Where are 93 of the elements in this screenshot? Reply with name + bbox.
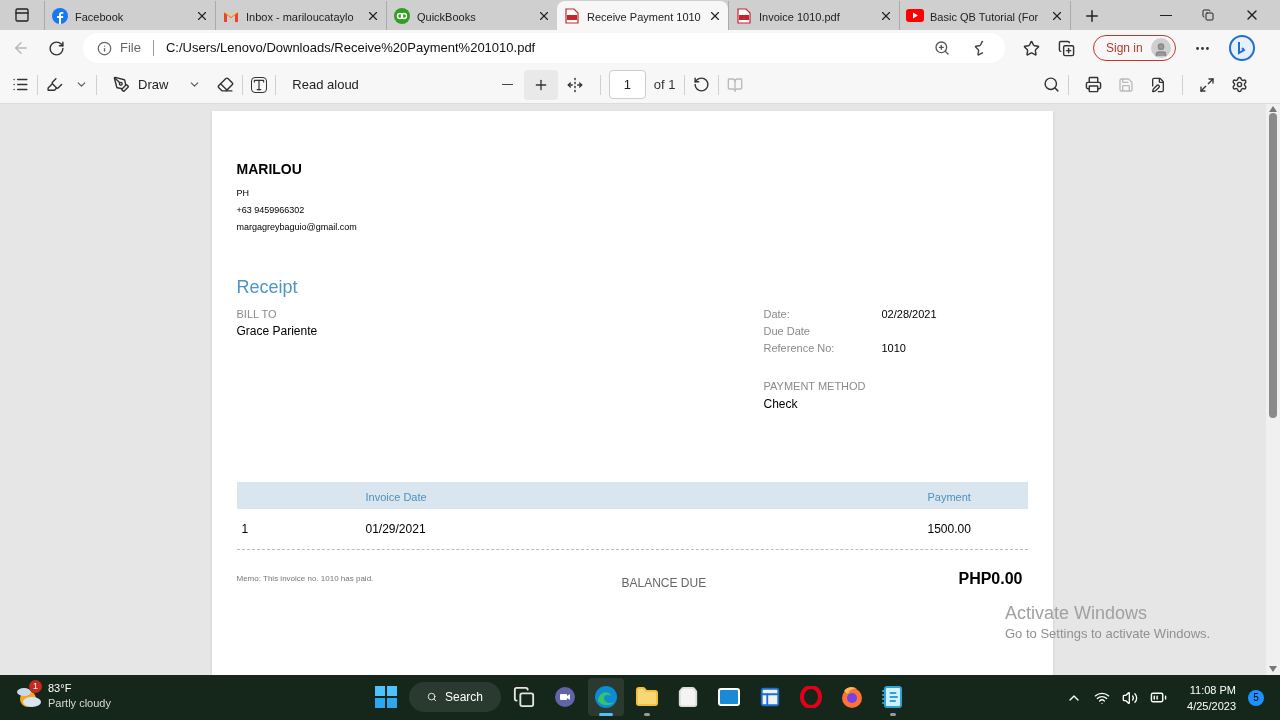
scroll-down-arrow-icon[interactable] [1269, 666, 1277, 672]
pdf-file-icon [737, 7, 751, 24]
scheme-label: File [120, 39, 141, 58]
weather-badge: 1 [29, 680, 42, 693]
clock-time: 11:08 PM [1189, 682, 1236, 698]
bill-to-label: BILL TO [236, 307, 278, 322]
scrollbar[interactable] [1266, 104, 1280, 675]
info-icon [97, 40, 112, 56]
payment-method-label: PAYMENT METHOD [763, 379, 867, 394]
fit-width-icon [566, 76, 583, 93]
avatar-icon [1150, 38, 1171, 58]
receipt-title: Receipt [236, 276, 299, 299]
balance-due-label: BALANCE DUE [621, 575, 708, 592]
refresh-button[interactable] [48, 39, 65, 57]
company-name: MARILOU [236, 160, 303, 179]
refresh-icon [48, 39, 65, 57]
read-aloud-button[interactable]: Read aloud [284, 74, 367, 95]
detail-label: Date: [763, 307, 791, 323]
page-count: of 1 [653, 75, 676, 94]
table-cell-text: 01/29/2021 [365, 521, 427, 538]
restore-icon [1202, 9, 1214, 21]
search-icon[interactable] [1043, 76, 1060, 93]
opera-logo-icon [800, 686, 822, 708]
collections-icon[interactable] [1058, 39, 1075, 57]
search-button[interactable]: Search [409, 682, 501, 712]
video-chat-icon [554, 686, 576, 708]
balance-due-amount: PHP0.00 [958, 569, 1023, 589]
detail-label: Reference No: [763, 341, 836, 357]
table-cell-text: 1500.00 [927, 521, 972, 538]
zoom-icon[interactable] [934, 40, 950, 56]
task-view-icon [513, 686, 535, 708]
rotate-icon[interactable] [692, 76, 710, 93]
detail-value: 02/28/2021 [881, 307, 937, 323]
activation-title: Activate Windows [1005, 602, 1149, 624]
weather-condition: Partly cloudy [48, 696, 111, 711]
detail-label: Due Date [763, 324, 811, 340]
clock-date: 4/25/2023 [1187, 698, 1236, 714]
folder-icon [635, 685, 659, 709]
window-icon [759, 686, 781, 708]
tab-title: Basic QB Tutorial (For [930, 10, 1039, 23]
facebook-logo-icon [52, 7, 68, 24]
minimize-icon [1160, 14, 1172, 16]
highlighter-icon[interactable] [46, 76, 63, 93]
save-as-icon[interactable] [1150, 76, 1166, 93]
copilot-logo-icon[interactable] [1228, 35, 1255, 61]
page-number-field[interactable]: 1 [608, 70, 646, 99]
minimize-button[interactable] [1160, 14, 1172, 16]
address-field[interactable]: File C:/Users/Lenovo/Downloads/Receive%20Payment%201010.pdf [83, 33, 1005, 63]
company-detail: margagreybaguio@gmail.com [236, 221, 358, 234]
tab-title: QuickBooks [417, 10, 476, 23]
volume-icon[interactable] [1122, 689, 1139, 706]
favorites-icon[interactable] [1023, 39, 1040, 57]
firefox-logo-icon [840, 685, 864, 709]
url-text: C:/Users/Lenovo/Downloads/Receive%20Payment%201010.pdf [165, 39, 537, 58]
pdf-file-icon [565, 7, 579, 24]
tab-title: Invoice 1010.pdf [759, 10, 840, 23]
tab-title: Facebook [75, 10, 124, 23]
tab-title: Inbox - mariloucataylo [246, 10, 354, 23]
memo-text: Memo: This invoice no. 1010 has paid. [236, 573, 375, 585]
activation-subtitle: Go to Settings to activate Windows. [1005, 625, 1211, 643]
text-icon[interactable] [251, 76, 268, 93]
eraser-icon[interactable] [217, 76, 235, 93]
detail-value: 1010 [881, 341, 906, 357]
settings-icon[interactable] [1231, 76, 1248, 93]
mail-logo-icon [223, 9, 239, 22]
company-detail: +63 9459966302 [236, 204, 306, 217]
tab-actions-icon [14, 7, 30, 23]
company-detail: PH [236, 187, 250, 200]
temperature: 83°F [48, 681, 73, 696]
pen-icon [113, 76, 130, 93]
tab-title: Receive Payment 1010 [587, 10, 701, 23]
notification-badge[interactable]: 5 [1248, 689, 1264, 706]
bill-to-name: Grace Pariente [236, 323, 319, 340]
taskbar-app-button[interactable] [588, 678, 624, 716]
zoom-in-button[interactable] [523, 69, 558, 100]
windows-logo-icon [375, 686, 397, 708]
youtube-logo-icon [906, 9, 924, 22]
column-header: Payment [927, 490, 971, 503]
print-icon[interactable] [1085, 76, 1102, 93]
search-icon [427, 690, 437, 704]
minus-icon [502, 84, 514, 85]
quickbooks-logo-icon [394, 7, 410, 24]
table-cell-text: 1 [240, 521, 250, 538]
draw-button[interactable]: Draw [105, 74, 177, 95]
contents-icon[interactable] [12, 76, 29, 93]
notepad-icon [881, 685, 905, 709]
restore-button[interactable] [1202, 9, 1214, 21]
edge-logo-icon [594, 685, 618, 709]
payment-method: Check [763, 396, 799, 413]
column-header: Invoice Date [365, 490, 427, 503]
scroll-up-arrow-icon[interactable] [1269, 106, 1277, 112]
browser-tab[interactable]: Receive Payment 1010 [557, 1, 728, 30]
fullscreen-icon[interactable] [1199, 76, 1215, 93]
